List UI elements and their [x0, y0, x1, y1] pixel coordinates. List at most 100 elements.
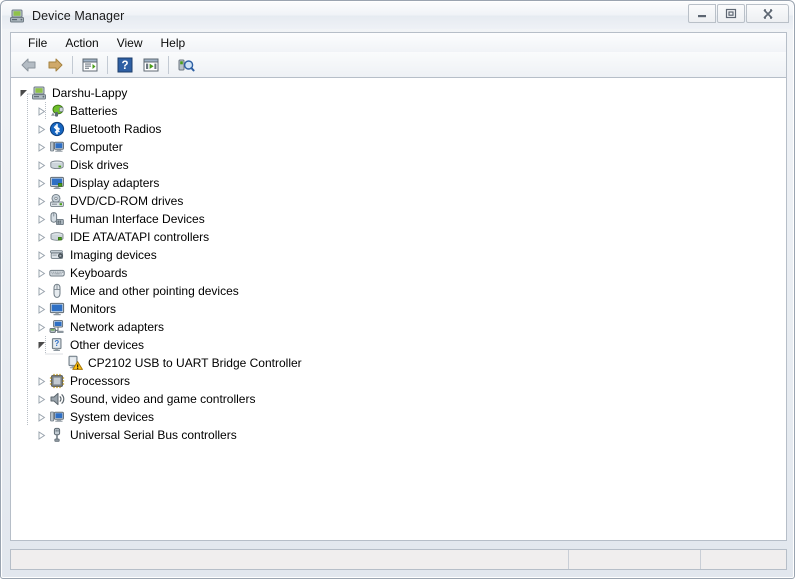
- computer-node-icon: [49, 139, 65, 155]
- dvd-drive-icon: [49, 193, 65, 209]
- maximize-icon: [725, 8, 737, 19]
- sound-controller-icon: [49, 391, 65, 407]
- back-button[interactable]: [16, 53, 42, 77]
- help-question-icon: ?: [117, 57, 133, 72]
- monitor-icon: [49, 301, 65, 317]
- unknown-device-warning-icon: [67, 355, 83, 371]
- update-driver-button[interactable]: [138, 53, 164, 77]
- tree-row-label: DVD/CD-ROM drives: [70, 194, 184, 208]
- expander-expand-icon[interactable]: [33, 138, 49, 156]
- tree-row-computer[interactable]: Computer: [11, 138, 786, 156]
- expander-expand-icon[interactable]: [33, 318, 49, 336]
- usb-controller-icon: [49, 427, 65, 443]
- expander-collapse-icon[interactable]: [33, 336, 49, 354]
- expander-expand-icon[interactable]: [33, 282, 49, 300]
- battery-icon: [49, 103, 65, 119]
- toolbar-separator-1: [72, 55, 73, 74]
- expander-expand-icon[interactable]: [33, 390, 49, 408]
- forward-button[interactable]: [42, 53, 68, 77]
- menu-help[interactable]: Help: [152, 34, 195, 52]
- expander-expand-icon[interactable]: [33, 174, 49, 192]
- expander-expand-icon[interactable]: [33, 372, 49, 390]
- tree-row-dvd-cdrom-drives[interactable]: DVD/CD-ROM drives: [11, 192, 786, 210]
- tree-row-batteries[interactable]: Batteries: [11, 102, 786, 120]
- computer-icon: [31, 85, 47, 101]
- menu-file[interactable]: File: [19, 34, 56, 52]
- tree-row-label: Imaging devices: [70, 248, 157, 262]
- processor-icon: [49, 373, 65, 389]
- menu-action[interactable]: Action: [56, 34, 107, 52]
- expander-collapse-icon[interactable]: [15, 84, 31, 102]
- tree-row-monitors[interactable]: Monitors: [11, 300, 786, 318]
- tree-row-mice-and-other-pointing-devices[interactable]: Mice and other pointing devices: [11, 282, 786, 300]
- mouse-icon: [49, 283, 65, 299]
- maximize-button[interactable]: [717, 4, 745, 23]
- scan-hardware-button[interactable]: [173, 53, 199, 77]
- expander-expand-icon[interactable]: [33, 120, 49, 138]
- tree-row-bluetooth-radios[interactable]: Bluetooth Radios: [11, 120, 786, 138]
- tree-row-label: IDE ATA/ATAPI controllers: [70, 230, 210, 244]
- tree-row-universal-serial-bus-controllers[interactable]: Universal Serial Bus controllers: [11, 426, 786, 444]
- minimize-icon: [698, 14, 706, 17]
- device-tree-pane[interactable]: Darshu-Lappy Batteries Bluetooth Radios …: [10, 78, 787, 541]
- expander-expand-icon[interactable]: [33, 156, 49, 174]
- tree-row-human-interface-devices[interactable]: Human Interface Devices: [11, 210, 786, 228]
- tree-row-label: Processors: [70, 374, 131, 388]
- toolbar: ?: [10, 52, 787, 78]
- tree-row-ide-ata-atapi-controllers[interactable]: IDE ATA/ATAPI controllers: [11, 228, 786, 246]
- imaging-device-icon: [49, 247, 65, 263]
- status-pane-tertiary: [700, 550, 786, 569]
- properties-icon: [82, 58, 98, 71]
- scan-hardware-icon: [178, 59, 195, 71]
- menu-view[interactable]: View: [108, 34, 152, 52]
- window-title: Device Manager: [32, 8, 125, 23]
- status-pane-main: [11, 550, 568, 569]
- expander-expand-icon[interactable]: [33, 300, 49, 318]
- tree-row-network-adapters[interactable]: Network adapters: [11, 318, 786, 336]
- tree-row-system-devices[interactable]: System devices: [11, 408, 786, 426]
- bluetooth-icon: [49, 121, 65, 137]
- expander-expand-icon[interactable]: [33, 192, 49, 210]
- device-manager-icon: [9, 8, 25, 24]
- tree-row-label: Universal Serial Bus controllers: [70, 428, 237, 442]
- tree-row-other-devices[interactable]: ? Other devices: [11, 336, 786, 354]
- tree-row-label: Disk drives: [70, 158, 129, 172]
- forward-arrow-icon: [48, 58, 63, 71]
- properties-button[interactable]: [77, 53, 103, 77]
- tree-row-cp2102-usb-to-uart-bridge-controller[interactable]: CP2102 USB to UART Bridge Controller: [11, 354, 786, 372]
- update-driver-icon: [143, 58, 159, 71]
- close-button[interactable]: [746, 4, 789, 23]
- tree-row-label: Monitors: [70, 302, 117, 316]
- tree-row-display-adapters[interactable]: Display adapters: [11, 174, 786, 192]
- expander-expand-icon[interactable]: [33, 408, 49, 426]
- tree-row-disk-drives[interactable]: Disk drives: [11, 156, 786, 174]
- minimize-button[interactable]: [688, 4, 716, 23]
- device-manager-window: Device Manager File Action View Help ? D…: [0, 0, 795, 579]
- expander-expand-icon[interactable]: [33, 102, 49, 120]
- tree-row-imaging-devices[interactable]: Imaging devices: [11, 246, 786, 264]
- status-bar: [10, 549, 787, 570]
- keyboard-icon: [49, 265, 65, 281]
- tree-row-sound-video-and-game-controllers[interactable]: Sound, video and game controllers: [11, 390, 786, 408]
- tree-row-label: Sound, video and game controllers: [70, 392, 256, 406]
- tree-row-root[interactable]: Darshu-Lappy: [11, 84, 786, 102]
- disk-drive-icon: [49, 157, 65, 173]
- tree-row-keyboards[interactable]: Keyboards: [11, 264, 786, 282]
- help-button[interactable]: ?: [112, 53, 138, 77]
- expander-expand-icon[interactable]: [33, 210, 49, 228]
- caption-button-group: [688, 4, 789, 23]
- tree-row-label: Bluetooth Radios: [70, 122, 162, 136]
- toolbar-separator-2: [107, 55, 108, 74]
- back-arrow-icon: [21, 58, 36, 71]
- expander-expand-icon[interactable]: [33, 246, 49, 264]
- network-adapter-icon: [49, 319, 65, 335]
- expander-expand-icon[interactable]: [33, 426, 49, 444]
- tree-row-label: Human Interface Devices: [70, 212, 205, 226]
- display-adapter-icon: [49, 175, 65, 191]
- close-icon: [762, 8, 773, 19]
- tree-row-label: Mice and other pointing devices: [70, 284, 239, 298]
- expander-expand-icon[interactable]: [33, 264, 49, 282]
- svg-text:?: ?: [121, 60, 128, 72]
- tree-row-processors[interactable]: Processors: [11, 372, 786, 390]
- expander-expand-icon[interactable]: [33, 228, 49, 246]
